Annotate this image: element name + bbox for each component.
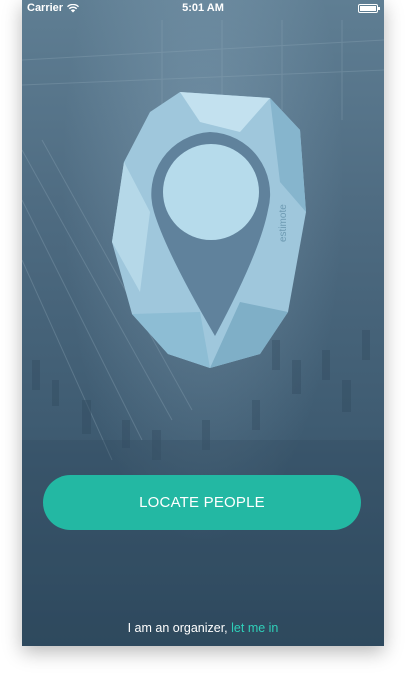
organizer-footer: I am an organizer, let me in <box>22 621 384 635</box>
locate-people-button[interactable]: LOCATE PEOPLE <box>43 475 361 530</box>
organizer-text: I am an organizer, <box>127 621 228 635</box>
battery-icon <box>358 4 380 13</box>
logo-vertical-text: estimote <box>278 204 289 242</box>
app-screen: Carrier 5:01 AM estimote LOCATE PEOPLE I… <box>22 0 384 646</box>
status-time: 5:01 AM <box>182 2 224 14</box>
status-bar: Carrier 5:01 AM <box>22 0 384 18</box>
let-me-in-link[interactable]: let me in <box>231 621 278 635</box>
location-pin-beacon-icon: estimote <box>112 92 306 368</box>
